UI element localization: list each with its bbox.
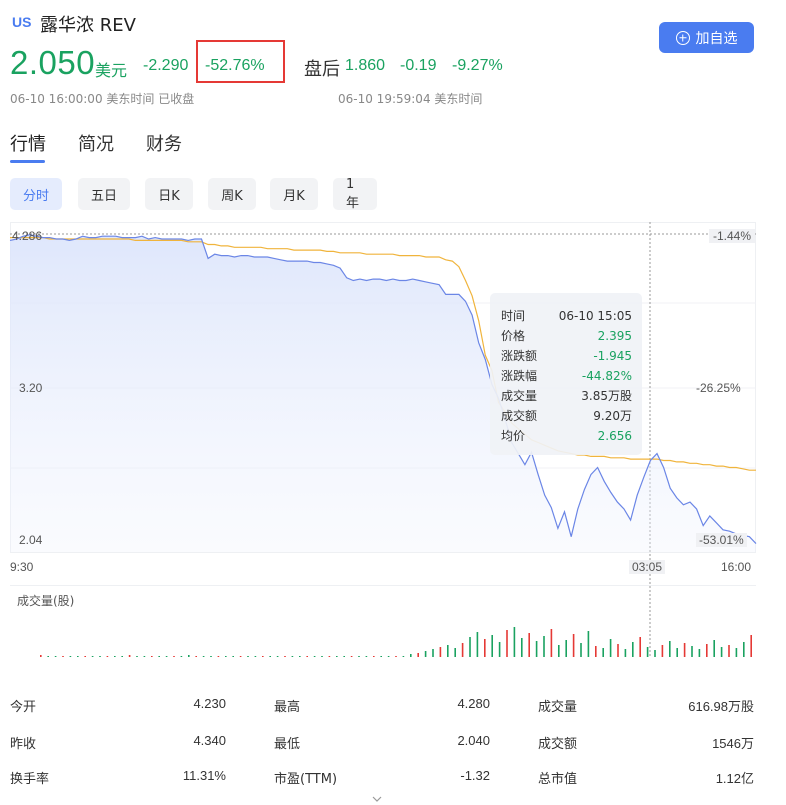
y-tick-left: 4.286: [12, 229, 43, 243]
x-tick: 03:05: [629, 560, 666, 574]
stat-value-high: 4.280: [457, 696, 490, 711]
stat-value-market-cap: 1.12亿: [715, 771, 754, 786]
chevron-down-icon[interactable]: [372, 794, 382, 804]
tooltip-row-price: 价格 2.395: [501, 329, 632, 343]
x-tick: 9:30: [10, 560, 34, 574]
chart-tooltip: 时间 06-10 15:05 价格 2.395 涨跌额 -1.945 涨跌幅 -44.8…: [490, 293, 642, 455]
volume-title: 成交量(股): [17, 594, 75, 608]
stat-label-market-cap: 总市值: [538, 772, 578, 787]
y-tick-left: 2.04: [19, 533, 43, 547]
volume-chart-frame: [10, 585, 756, 657]
stat-label-turnover-rate: 换手率: [10, 772, 50, 787]
stat-label-low: 最低: [274, 737, 301, 752]
stat-label-pe-ttm: 市盈(TTM): [274, 772, 338, 787]
stat-value-turnover: 1546万: [712, 736, 754, 751]
tooltip-row-time: 时间 06-10 15:05: [501, 309, 632, 323]
stat-value-open: 4.230: [193, 696, 226, 711]
stat-value-pe-ttm: -1.32: [460, 768, 490, 783]
x-tick: 16:00: [721, 560, 752, 574]
y-tick-right: -26.25%: [696, 381, 741, 395]
stat-label-open: 今开: [10, 700, 37, 715]
stat-value-low: 2.040: [457, 733, 490, 748]
tooltip-row-turnover: 成交额 9.20万: [501, 409, 632, 423]
price-chart: [9, 222, 757, 657]
y-tick-left: 3.20: [19, 381, 43, 395]
tooltip-row-change: 涨跌额 -1.945: [501, 349, 632, 363]
stat-label-volume: 成交量: [538, 700, 578, 715]
y-tick-right: -1.44%: [709, 229, 756, 243]
tooltip-row-avg-price: 均价 2.656: [501, 429, 632, 443]
stat-value-volume: 616.98万股: [688, 699, 754, 714]
stat-value-prev-close: 4.340: [193, 733, 226, 748]
tooltip-row-change-pct: 涨跌幅 -44.82%: [501, 369, 632, 383]
price-area: [10, 234, 756, 553]
y-tick-right: -53.01%: [696, 533, 747, 547]
stat-label-turnover: 成交额: [538, 737, 578, 752]
stat-label-prev-close: 昨收: [10, 737, 37, 752]
tooltip-row-volume: 成交量 3.85万股: [501, 389, 632, 403]
stat-value-turnover-rate: 11.31%: [182, 768, 226, 783]
stat-label-high: 最高: [274, 700, 301, 715]
